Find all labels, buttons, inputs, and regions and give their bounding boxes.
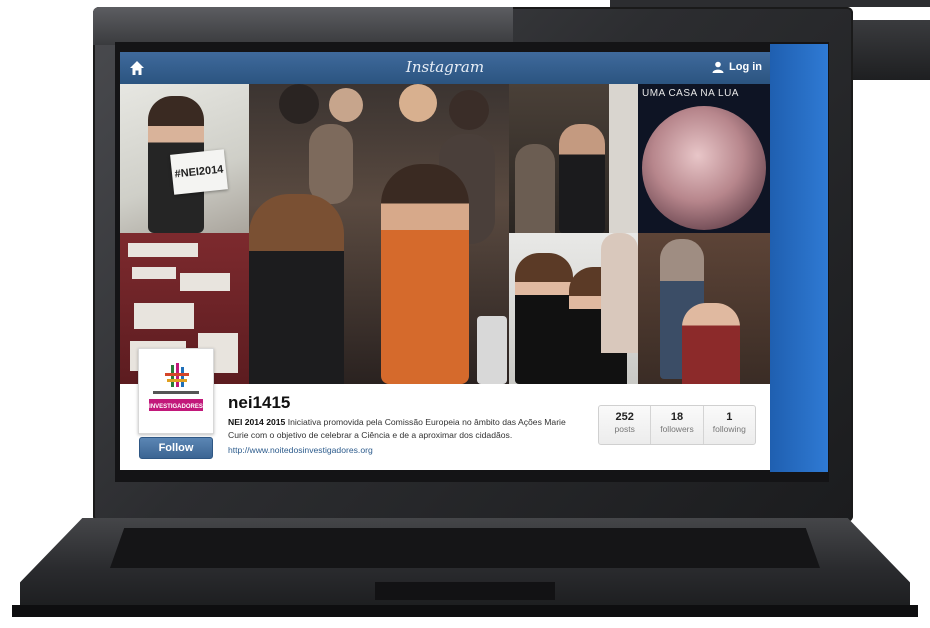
login-label: Log in [729,61,762,73]
poster-title: UMA CASA NA LUA [642,88,739,99]
window [609,84,638,233]
stat-following[interactable]: 1 following [702,406,755,444]
website-link[interactable]: http://www.noitedosinvestigadores.org [228,445,373,455]
crowd-figure [449,90,489,130]
stat-posts[interactable]: 252 posts [599,406,650,444]
nei-logo-icon: INVESTIGADORES [145,355,207,427]
photo-tile[interactable]: #NEI2014 [120,84,249,233]
photo-sign: #NEI2014 [170,149,228,195]
board-note [134,303,194,329]
crowd-figure [309,124,353,204]
laptop-in-photo [477,316,507,384]
photo-subject [249,194,344,384]
stat-value: 1 [726,411,733,423]
photo-tile[interactable] [638,233,770,384]
photo-subject [682,303,740,384]
stat-label: following [712,424,746,434]
stat-label: posts [614,424,635,434]
user-icon [712,61,724,73]
laptop-keyboard [110,528,820,568]
crowd-figure [515,144,555,233]
top-bar: Instagram Log in [120,52,770,84]
moon-poster [642,106,766,230]
laptop-rear [610,0,930,7]
photo-grid: #NEI2014 UMA CASA NA LUA [120,84,770,384]
crowd-figure [399,84,437,122]
follow-button[interactable]: Follow [139,437,213,459]
screen-background [770,44,828,472]
board-note [132,267,176,279]
crowd-figure [601,233,638,353]
profile-stats: 252 posts 18 followers 1 following [598,405,756,445]
brand-logo[interactable]: Instagram [120,58,770,76]
instagram-page: Instagram Log in #NEI2014 UMA CASA NA LU… [120,52,770,470]
bio: NEI 2014 2015 Iniciativa promovida pela … [228,416,580,442]
stat-label: followers [660,424,694,434]
photo-subject [381,164,469,384]
laptop-base-edge [12,605,918,617]
board-note [180,273,230,291]
stat-followers[interactable]: 18 followers [650,406,702,444]
stat-value: 18 [670,411,684,423]
photo-tile[interactable] [509,84,638,233]
photo-tile[interactable] [509,233,638,384]
crowd-figure [279,84,319,124]
laptop-hinge [850,20,930,80]
stat-value: 252 [615,411,634,423]
photo-tile[interactable] [249,84,509,384]
photo-subject [559,124,605,233]
board-note [128,243,198,257]
photo-tile[interactable]: UMA CASA NA LUA [638,84,770,233]
photo-subject [515,253,573,384]
avatar[interactable]: INVESTIGADORES [138,348,214,434]
laptop-trackpad [375,582,555,600]
bio-lead: NEI 2014 2015 [228,417,286,427]
logo-wordmark: INVESTIGADORES [149,404,203,410]
laptop-lid-glare [93,7,513,45]
login-link[interactable]: Log in [712,61,762,73]
username: nei1415 [228,393,291,412]
crowd-figure [329,88,363,122]
